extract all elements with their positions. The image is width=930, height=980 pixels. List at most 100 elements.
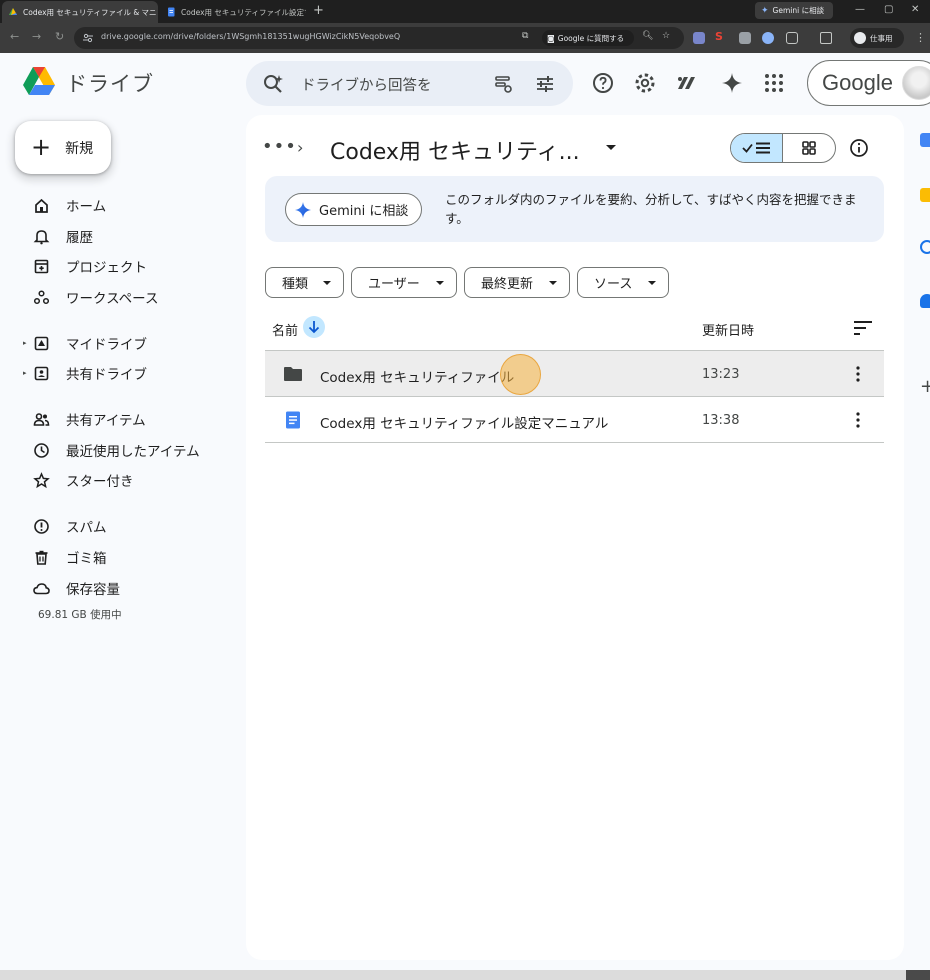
sidebar-item-label: スパム — [66, 520, 107, 536]
extension-icon[interactable] — [762, 32, 774, 44]
check-list-icon — [741, 142, 770, 154]
sidebar-item-projects[interactable]: プロジェクト — [0, 251, 240, 281]
browser-tab-active[interactable]: Codex用 セキュリティファイル & マニ ✕ — [2, 1, 158, 23]
filter-source-chip[interactable]: ソース — [577, 267, 669, 298]
cast-icon[interactable]: ⧉ — [522, 31, 528, 41]
keep-icon[interactable] — [920, 188, 930, 202]
google-lens-icon: ◙ — [547, 33, 555, 43]
column-header-modified[interactable]: 更新日時 — [702, 320, 754, 339]
sidebar-item-label: ゴミ箱 — [66, 551, 107, 567]
calendar-icon[interactable] — [920, 133, 930, 147]
bell-icon — [33, 230, 50, 245]
filter-type-chip[interactable]: 種類 — [265, 267, 344, 298]
browser-menu-icon[interactable]: ⋮ — [915, 31, 926, 44]
cloud-icon — [33, 583, 50, 595]
back-icon[interactable]: ← — [10, 30, 19, 43]
sidebar-item-storage[interactable]: 保存容量 — [0, 573, 240, 603]
zoom-icon[interactable]: 🔍︎ — [642, 31, 653, 41]
contacts-icon[interactable] — [920, 294, 930, 308]
column-header-name[interactable]: 名前 — [272, 320, 298, 339]
sidebar-item-trash[interactable]: ゴミ箱 — [0, 542, 240, 572]
sidebar-item-history[interactable]: 履歴 — [0, 221, 240, 251]
gemini-spark-icon[interactable] — [720, 71, 744, 95]
sidebar-item-my-drive[interactable]: ▸ マイドライブ — [0, 328, 240, 358]
expand-caret-icon[interactable]: ▸ — [23, 369, 27, 377]
tab-title: Codex用 セキュリティファイル & マニ — [23, 7, 157, 17]
new-button[interactable]: + 新規 — [15, 121, 111, 174]
breadcrumb-more-button[interactable]: ••• — [262, 136, 297, 157]
search-bar[interactable]: ドライブから回答を — [246, 61, 573, 106]
gemini-ask-button[interactable]: Gemini に相談 — [285, 193, 422, 226]
bookmark-star-icon[interactable]: ☆ — [662, 31, 670, 41]
filter-chip-label: 最終更新 — [481, 277, 534, 292]
url-text: drive.google.com/drive/folders/1WSgmh181… — [101, 32, 401, 41]
avatar — [902, 66, 930, 100]
scrollbar-corner — [906, 970, 930, 980]
sidebar-item-label: 共有アイテム — [66, 413, 146, 429]
tasks-icon[interactable] — [920, 240, 930, 254]
docs-favicon-icon — [168, 7, 175, 17]
new-tab-icon[interactable]: + — [313, 3, 324, 18]
omnibox[interactable]: drive.google.com/drive/folders/1WSgmh181… — [74, 27, 684, 49]
more-actions-icon[interactable] — [851, 364, 865, 384]
google-apps-grid-icon[interactable] — [762, 71, 786, 95]
site-settings-icon[interactable] — [82, 32, 94, 44]
dropdown-arrow-icon — [323, 281, 331, 285]
table-row[interactable]: Codex用 セキュリティファイル設定マニュアル 13:38 — [265, 397, 884, 443]
list-view-button[interactable] — [731, 134, 784, 162]
expand-caret-icon[interactable]: ▸ — [23, 339, 27, 347]
sidebar-item-shared-with-me[interactable]: 共有アイテム — [0, 404, 240, 434]
sidebar-item-recent[interactable]: 最近使用したアイテム — [0, 435, 240, 465]
filter-chip-label: ソース — [594, 277, 633, 292]
profile-button[interactable]: 仕事用 — [850, 28, 904, 48]
sidebar-item-spam[interactable]: スパム — [0, 511, 240, 541]
help-icon[interactable] — [591, 71, 615, 95]
gemini-spark-icon — [295, 201, 311, 218]
extension-icon[interactable] — [693, 32, 705, 44]
ask-google-button[interactable]: ◙ Google に質問する — [542, 30, 634, 46]
search-options-icon[interactable] — [492, 73, 514, 95]
browser-tab-strip: Codex用 セキュリティファイル & マニ ✕ Codex用 セキュリティファ… — [0, 0, 930, 23]
close-window-icon[interactable]: ✕ — [911, 4, 919, 15]
view-toggle — [730, 133, 836, 163]
search-input[interactable]: ドライブから回答を — [301, 74, 432, 95]
info-icon[interactable] — [849, 138, 869, 158]
filter-modified-chip[interactable]: 最終更新 — [464, 267, 570, 298]
filter-tune-icon[interactable] — [534, 73, 556, 95]
gemini-ask-label: Gemini に相談 — [319, 204, 409, 219]
extensions-puzzle-icon[interactable] — [786, 32, 798, 44]
browser-tab[interactable]: Codex用 セキュリティファイル設定マ ✕ — [160, 1, 306, 23]
close-tab-icon[interactable]: ✕ — [157, 7, 158, 17]
cursor-highlight — [500, 354, 541, 395]
extension-icon[interactable] — [739, 32, 751, 44]
folder-icon — [284, 367, 302, 381]
settings-gear-icon[interactable] — [633, 71, 657, 95]
minimize-icon[interactable]: — — [855, 4, 865, 15]
sidebar-item-label: マイドライブ — [66, 337, 147, 353]
breadcrumb-current-folder[interactable]: Codex用 セキュリティ... — [330, 134, 580, 166]
sidebar-item-home[interactable]: ホーム — [0, 190, 240, 220]
apps-script-icon[interactable] — [674, 71, 698, 95]
sidebar-item-workspaces[interactable]: ワークスペース — [0, 282, 240, 312]
horizontal-scrollbar[interactable] — [0, 970, 930, 980]
clock-icon — [34, 443, 49, 458]
more-actions-icon[interactable] — [851, 410, 865, 430]
forward-icon[interactable]: → — [32, 30, 41, 43]
filter-user-chip[interactable]: ユーザー — [351, 267, 457, 298]
drive-logo-icon[interactable] — [22, 66, 56, 98]
maximize-icon[interactable]: ▢ — [884, 4, 893, 15]
sort-direction-button[interactable] — [303, 316, 325, 338]
add-addon-icon[interactable]: + — [920, 376, 930, 397]
table-row[interactable]: Codex用 セキュリティファイル 13:23 — [265, 351, 884, 397]
extension-s-icon[interactable]: S — [715, 30, 727, 43]
sidebar-item-starred[interactable]: スター付き — [0, 465, 240, 495]
folder-dropdown-icon[interactable] — [606, 145, 616, 150]
app-title[interactable]: ドライブ — [66, 68, 154, 98]
sort-options-icon[interactable] — [853, 320, 873, 336]
grid-view-button[interactable] — [783, 134, 835, 162]
reload-icon[interactable]: ↻ — [55, 30, 64, 43]
sidebar-item-shared-drives[interactable]: ▸ 共有ドライブ — [0, 358, 240, 388]
google-account-button[interactable]: Google — [807, 60, 930, 106]
side-panel-icon[interactable] — [820, 32, 832, 44]
gemini-chip-button[interactable]: ✦ Gemini に相談 — [755, 2, 833, 19]
